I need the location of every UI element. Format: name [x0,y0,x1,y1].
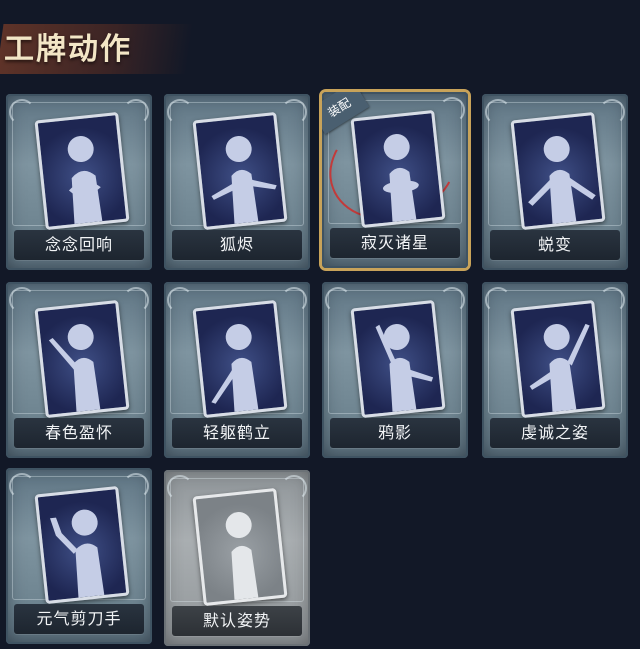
pose-card-yuan-qi-jian-dao-shou[interactable]: 元气剪刀手 [6,468,152,644]
pose-portrait [34,485,130,605]
silhouette-icon [67,136,103,225]
pose-card-hu-jin[interactable]: 狐烬 [164,94,310,270]
pose-card-mo-ren-zi-shi[interactable]: 默认姿势 [164,470,310,646]
pose-card-qing-qu-he-li[interactable]: 轻躯鹤立 [164,282,310,458]
silhouette-icon [375,324,434,412]
card-label: 狐烬 [219,235,254,254]
pose-portrait [34,299,130,419]
card-label-bar: 元气剪刀手 [14,604,144,634]
pose-portrait [192,487,288,607]
silhouette-icon [225,512,259,600]
card-label: 元气剪刀手 [36,609,122,628]
card-label: 春色盈怀 [44,423,113,442]
card-label-bar: 念念回响 [14,230,144,260]
card-label-bar: 虔诚之姿 [490,418,620,448]
card-label: 寂灭诸星 [360,233,429,252]
card-label: 鸦影 [377,423,412,442]
silhouette-icon [529,323,590,412]
silhouette-icon [48,324,101,412]
pose-card-ji-mie-zhu-xing[interactable]: 装配 寂灭诸星 [322,92,468,268]
pose-card-qian-cheng-zhi-zi[interactable]: 虔诚之姿 [482,282,628,458]
page-title: 工牌动作 [4,32,132,67]
pose-portrait [510,299,606,419]
card-label: 蜕变 [537,235,572,254]
card-label: 默认姿势 [202,611,271,630]
card-label: 虔诚之姿 [520,423,589,442]
pose-portrait [192,111,288,231]
card-label: 轻躯鹤立 [202,423,271,442]
silhouette-icon [50,509,105,598]
card-label-bar: 蜕变 [490,230,620,260]
pose-card-ya-ying[interactable]: 鸦影 [322,282,468,458]
card-label-bar: 寂灭诸星 [330,228,460,258]
card-label-bar: 鸦影 [330,418,460,448]
pose-portrait [350,109,446,229]
pose-portrait [192,299,288,419]
pose-card-tui-bian[interactable]: 蜕变 [482,94,628,270]
pose-portrait [510,111,606,231]
card-label-bar: 狐烬 [172,230,302,260]
card-label: 念念回响 [44,235,113,254]
card-label-bar: 默认姿势 [172,606,302,636]
silhouette-icon [211,136,277,224]
pose-card-nian-nian-hui-xiang[interactable]: 念念回响 [6,94,152,270]
silhouette-icon [382,134,419,222]
card-label-bar: 春色盈怀 [14,418,144,448]
pose-card-chun-se-ying-huai[interactable]: 春色盈怀 [6,282,152,458]
silhouette-icon [211,324,259,412]
pose-portrait [34,111,130,231]
pose-portrait [350,299,446,419]
page-header: 工牌动作 [0,16,194,78]
card-label-bar: 轻躯鹤立 [172,418,302,448]
silhouette-icon [528,136,596,224]
